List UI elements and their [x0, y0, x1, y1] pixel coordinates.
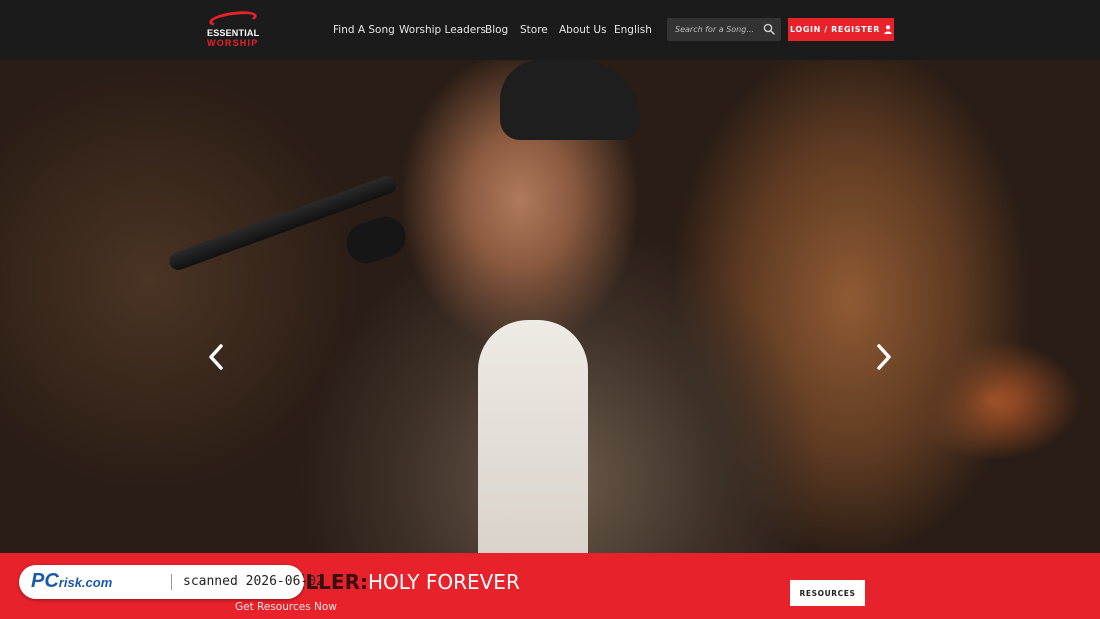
get-resources-link[interactable]: Get Resources Now — [235, 601, 337, 613]
logo-text-essential: ESSENTIAL — [207, 28, 260, 38]
login-register-button[interactable]: LOGIN / REGISTER — [788, 18, 894, 41]
song-search-box — [667, 18, 781, 41]
hero-slider — [0, 60, 1100, 553]
featured-song-name: HOLY FOREVER — [368, 570, 520, 594]
hero-image-detail — [341, 211, 411, 269]
user-icon — [884, 25, 892, 34]
hero-image-detail — [500, 60, 640, 140]
login-register-label: LOGIN / REGISTER — [790, 25, 880, 34]
scan-date-text: scanned 2026-06-02 — [183, 574, 324, 589]
slider-prev-button[interactable] — [205, 343, 227, 371]
nav-store[interactable]: Store — [520, 24, 548, 36]
chevron-right-icon — [877, 344, 891, 370]
nav-worship-leaders[interactable]: Worship Leaders — [399, 24, 486, 36]
nav-language-english[interactable]: English — [614, 24, 652, 36]
watermark-badge: PCrisk.com scanned 2026-06-02 — [19, 565, 324, 599]
nav-blog[interactable]: Blog — [485, 24, 508, 36]
hero-image-detail — [478, 320, 588, 553]
pcrisk-logo: PCrisk.com — [31, 570, 113, 592]
slider-next-button[interactable] — [873, 343, 895, 371]
song-search-input[interactable] — [675, 21, 757, 38]
nav-about-us[interactable]: About Us — [559, 24, 607, 36]
site-logo[interactable]: ESSENTIAL WORSHIP — [205, 8, 265, 50]
logo-swoosh-icon — [208, 8, 258, 30]
featured-song-title: ILLER:HOLY FOREVER — [298, 570, 520, 594]
top-navigation-bar: ESSENTIAL WORSHIP Find A Song Worship Le… — [0, 0, 1100, 60]
chevron-left-icon — [209, 344, 223, 370]
nav-find-a-song[interactable]: Find A Song — [333, 24, 395, 36]
search-icon[interactable] — [763, 23, 775, 35]
watermark-divider — [171, 574, 172, 590]
resources-button[interactable]: RESOURCES — [790, 580, 865, 606]
logo-text-worship: WORSHIP — [207, 38, 259, 48]
